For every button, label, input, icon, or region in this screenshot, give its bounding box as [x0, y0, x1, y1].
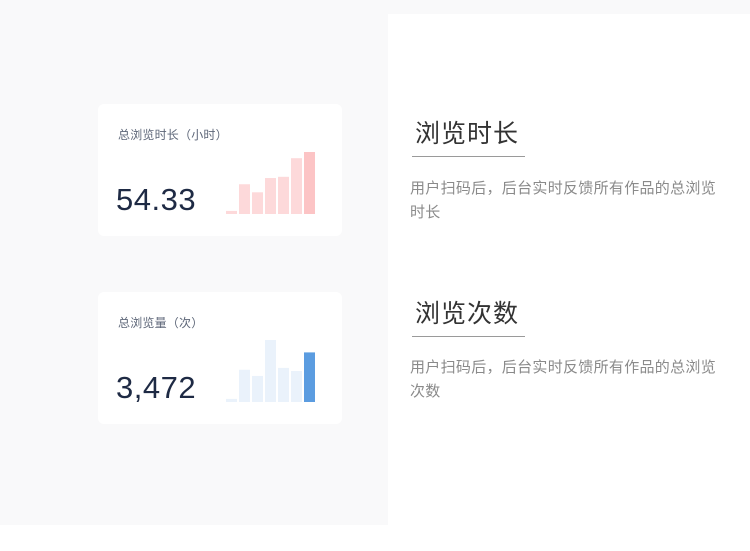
- duration-bar: [278, 176, 289, 214]
- views-feature-title: 浏览次数: [412, 294, 525, 337]
- duration-card-label: 总浏览时长（小时）: [118, 128, 228, 142]
- views-card-label: 总浏览量（次）: [118, 316, 204, 330]
- duration-bar: [239, 184, 250, 214]
- views-bar: [291, 371, 302, 402]
- views-bar: [226, 398, 237, 402]
- views-feature-description: 用户扫码后，后台实时反馈所有作品的总浏览次数: [410, 358, 717, 400]
- duration-feature-description: 用户扫码后，后台实时反馈所有作品的总浏览时长: [410, 179, 717, 221]
- duration-feature-title: 浏览时长: [412, 114, 525, 157]
- views-bar: [252, 375, 263, 402]
- duration-bar: [226, 210, 237, 214]
- duration-bar: [291, 158, 302, 214]
- duration-card-value: 54.33: [116, 182, 197, 217]
- duration-stat-card: 总浏览时长（小时） 54.33: [98, 104, 342, 236]
- views-mini-bar-chart: [226, 340, 315, 402]
- duration-bar: [304, 152, 315, 214]
- top-strip: [388, 0, 750, 14]
- duration-bar: [252, 192, 263, 214]
- views-bar: [265, 340, 276, 402]
- views-card-value: 3,472: [116, 370, 197, 405]
- views-bar: [239, 369, 250, 402]
- bottom-strip: [0, 525, 388, 551]
- duration-bar: [265, 178, 276, 214]
- views-bar: [278, 367, 289, 402]
- left-panel: [0, 0, 388, 525]
- views-stat-card: 总浏览量（次） 3,472: [98, 292, 342, 424]
- duration-mini-bar-chart: [226, 152, 315, 214]
- views-bar: [304, 352, 315, 402]
